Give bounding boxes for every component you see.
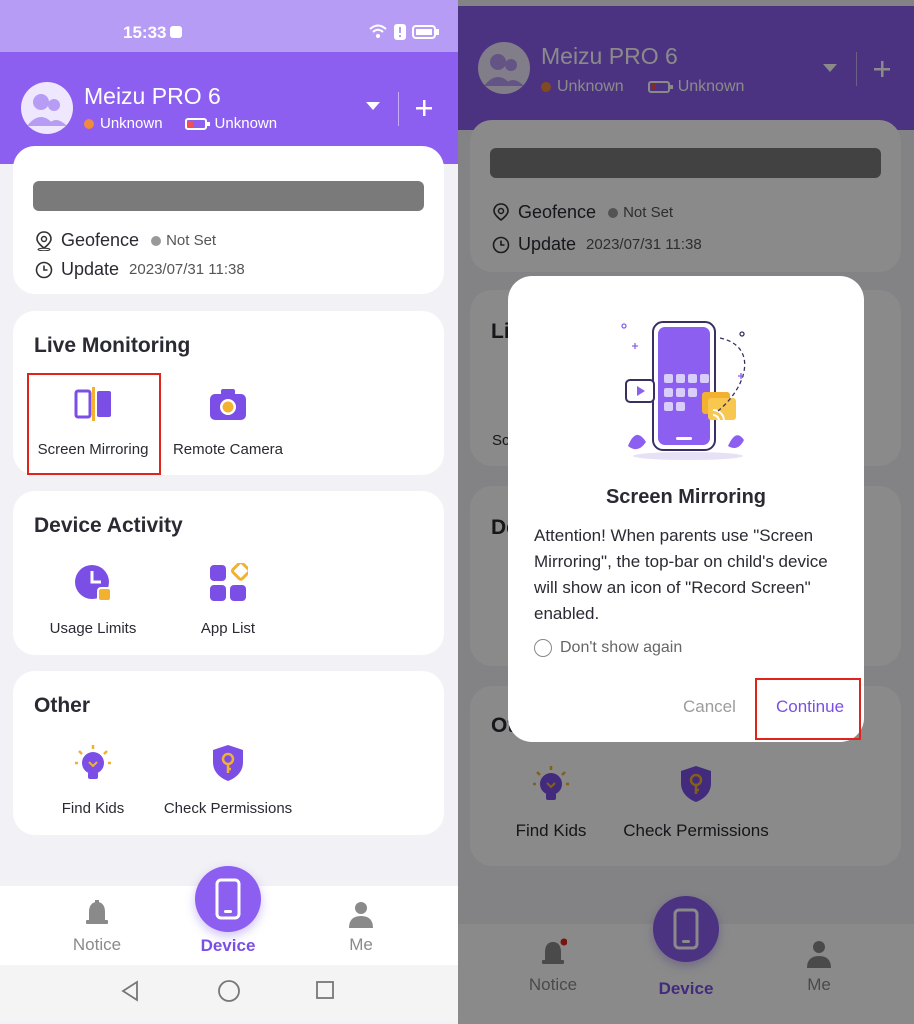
geofence-label: Geofence — [61, 230, 140, 250]
app-list-tile[interactable]: App List — [160, 561, 296, 637]
status-bar: 15:33 — [0, 0, 458, 52]
device-status: Unknown Unknown — [84, 115, 277, 132]
remote-camera-tile[interactable]: Remote Camera — [160, 384, 296, 458]
grid-icon — [210, 561, 251, 601]
nav-me[interactable]: Me — [326, 900, 396, 955]
device-fab[interactable] — [195, 866, 261, 932]
usage-limits-label: Usage Limits — [49, 620, 137, 637]
camera-icon — [210, 389, 246, 420]
dialog-message: Attention! When parents use "Screen Mirr… — [534, 526, 828, 623]
add-device-icon[interactable] — [416, 100, 432, 116]
nav-me-label: Me — [349, 935, 373, 954]
check-permissions-tile[interactable]: Check Permissions — [160, 743, 296, 817]
right-screen: Meizu PRO 6 Unknown Unknown Geofence Not… — [458, 0, 914, 1024]
other-title: Other — [34, 694, 91, 717]
back-icon[interactable] — [120, 980, 140, 1002]
person-icon — [349, 902, 373, 928]
geofence-row[interactable]: Geofence Not Set — [35, 230, 216, 251]
radio-circle-icon — [534, 639, 552, 657]
update-row: Update 2023/07/31 11:38 — [35, 259, 245, 280]
screen-mirroring-dialog: Screen Mirroring Attention! When parents… — [508, 276, 864, 742]
usage-limits-tile[interactable]: Usage Limits — [25, 563, 161, 637]
app-list-label: App List — [200, 620, 256, 637]
dont-show-again-checkbox[interactable]: Don't show again — [534, 639, 682, 657]
dont-show-again-label: Don't show again — [560, 639, 683, 656]
update-value: 2023/07/31 11:38 — [129, 261, 245, 278]
cancel-button[interactable]: Cancel — [683, 697, 736, 717]
lightbulb-icon — [75, 745, 111, 779]
screen-mirroring-highlight — [27, 373, 161, 475]
chevron-down-icon[interactable] — [366, 102, 380, 112]
shield-key-icon — [213, 745, 243, 781]
clock-icon — [35, 261, 53, 278]
family-avatar-icon — [27, 94, 67, 126]
system-nav-bar — [0, 965, 458, 1021]
remote-camera-label: Remote Camera — [172, 441, 284, 458]
battery-status-icon — [184, 117, 210, 130]
alert-icon — [394, 24, 406, 40]
status-icons — [368, 24, 440, 40]
battery-status: Unknown — [214, 115, 278, 132]
continue-highlight — [755, 678, 861, 740]
location-address-bar — [33, 181, 424, 211]
nav-device-label[interactable]: Device — [193, 936, 263, 956]
battery-icon — [412, 25, 439, 39]
avatar[interactable] — [21, 82, 73, 134]
phone-icon — [215, 878, 241, 920]
status-time: 15:33 — [123, 23, 167, 42]
live-monitoring-title: Live Monitoring — [34, 334, 191, 357]
device-name: Meizu PRO 6 — [84, 83, 221, 109]
geofence-value: Not Set — [166, 232, 217, 249]
location-card: Geofence Not Set Update 2023/07/31 11:38 — [13, 146, 444, 294]
notification-icon — [170, 26, 182, 38]
find-kids-tile[interactable]: Find Kids — [25, 743, 161, 817]
check-permissions-label: Check Permissions — [163, 800, 293, 817]
device-activity-card: Device Activity Usage Limits App List — [13, 491, 444, 655]
nav-notice[interactable]: Notice — [62, 900, 132, 955]
header-divider — [398, 92, 399, 126]
bottom-nav: Notice Device Me — [0, 866, 458, 968]
home-icon[interactable] — [217, 979, 241, 1003]
connection-status: Unknown — [100, 115, 163, 132]
dialog-title: Screen Mirroring — [605, 486, 767, 508]
geofence-dot — [151, 235, 162, 246]
left-screen: 15:33 Meizu PRO 6 Unknown Unknown Geofen… — [0, 0, 458, 1024]
wifi-icon — [369, 24, 387, 38]
update-label: Update — [61, 259, 120, 279]
recents-icon[interactable] — [315, 980, 335, 1000]
status-dot — [84, 118, 94, 129]
phone-mirroring-illustration-icon — [621, 321, 746, 460]
device-activity-title: Device Activity — [34, 514, 183, 537]
other-card: Other Find Kids Check Permissions — [13, 671, 444, 835]
bell-icon — [86, 900, 108, 924]
find-kids-label: Find Kids — [61, 800, 125, 817]
clock-icon — [75, 565, 112, 602]
nav-notice-label: Notice — [72, 935, 122, 954]
location-pin-icon — [36, 230, 52, 251]
